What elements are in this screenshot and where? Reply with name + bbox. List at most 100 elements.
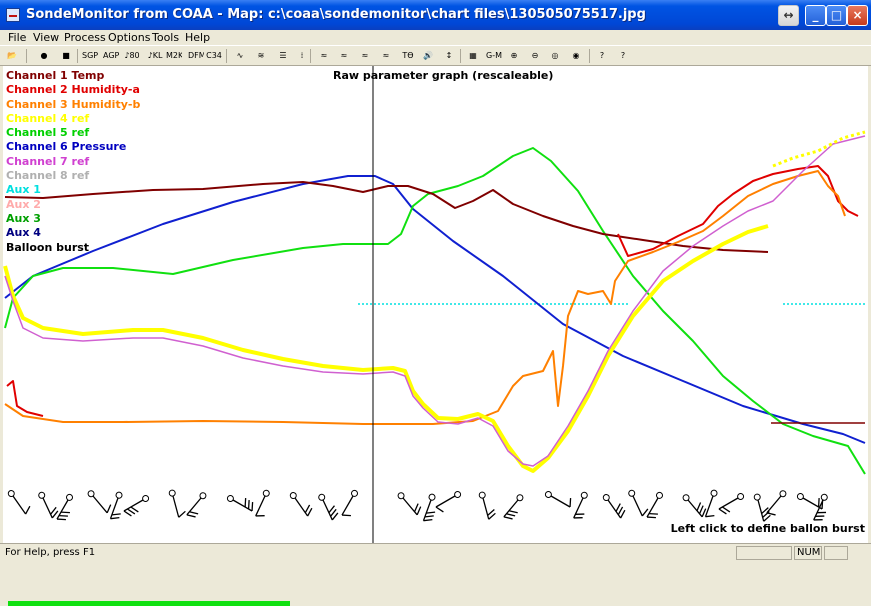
minimize-button[interactable]: _ (805, 5, 826, 26)
zoom-in-icon[interactable]: ⊕ (506, 48, 522, 64)
note-80-icon[interactable]: ♪80 (124, 48, 140, 64)
wind-barb (682, 494, 707, 518)
sgp-icon[interactable]: SGP (82, 48, 98, 64)
legend-item[interactable]: Aux 3 (6, 212, 140, 226)
status-num: NUM (794, 546, 822, 560)
wave-icon[interactable]: ∿ (232, 48, 248, 64)
menu-file[interactable]: File (8, 30, 26, 45)
stop-icon[interactable]: ■ (58, 48, 74, 64)
legend-item[interactable]: Aux 2 (6, 198, 140, 212)
graph-4-icon[interactable]: ≈ (378, 48, 394, 64)
window-title: SondeMonitor from COAA - Map: c:\coaa\so… (26, 7, 646, 22)
compass-icon[interactable]: ◉ (568, 48, 584, 64)
legend-item[interactable]: Balloon burst (6, 241, 140, 255)
context-help-icon[interactable]: ? (615, 48, 631, 64)
humidity-a-trace (6, 380, 44, 417)
ch4-trace (772, 130, 866, 168)
maximize-button[interactable]: □ (826, 5, 847, 26)
title-bar[interactable]: SondeMonitor from COAA - Map: c:\coaa\so… (0, 0, 871, 30)
menu-view[interactable]: View (33, 30, 59, 45)
wind-barb (56, 493, 73, 521)
c34-icon[interactable]: C34 (206, 48, 222, 64)
menu-bar: File View Process Options Tools Help (0, 30, 871, 45)
graph-1-icon[interactable]: ≈ (316, 48, 332, 64)
graph-2-icon[interactable]: ≈ (336, 48, 352, 64)
wind-barb (478, 491, 496, 520)
legend-item[interactable]: Channel 4 ref (6, 112, 140, 126)
status-bar: For Help, press F1 NUM (0, 543, 871, 563)
channel-legend: Channel 1 Temp Channel 2 Humidity-a Channe… (6, 69, 140, 255)
bars-icon[interactable]: ⁞ (294, 48, 310, 64)
wind-barb (87, 490, 112, 514)
graph-title: Raw parameter graph (rescaleable) (333, 69, 554, 82)
menu-help[interactable]: Help (185, 30, 210, 45)
wind-barb (503, 494, 524, 520)
status-pane-3 (824, 546, 848, 560)
wind-barb (7, 490, 31, 515)
wind-barb (544, 491, 572, 508)
burst-hint: Left click to define ballon burst (670, 522, 865, 535)
dfm-icon[interactable]: DFM (188, 48, 204, 64)
wind-barb (38, 491, 59, 519)
graph-area[interactable]: Raw parameter graph (rescaleable) Channe… (3, 66, 868, 606)
app-icon[interactable] (6, 8, 20, 22)
wind-barb (168, 489, 186, 518)
legend-item[interactable]: Aux 4 (6, 226, 140, 240)
legend-item[interactable]: Aux 1 (6, 183, 140, 197)
toolbar-separator (310, 49, 311, 63)
toolbar-separator (589, 49, 590, 63)
legend-item[interactable]: Channel 6 Pressure (6, 140, 140, 154)
wind-barb (602, 494, 626, 519)
legend-item[interactable]: Channel 8 ref (6, 169, 140, 183)
wind-barb (704, 489, 718, 518)
lines-icon[interactable]: ☰ (275, 48, 291, 64)
toolbar-separator (226, 49, 227, 63)
wind-barb (435, 491, 462, 513)
wind-barb (646, 491, 663, 519)
wind-barb (289, 492, 313, 517)
wind-barb (318, 493, 339, 521)
toolbar-separator (77, 49, 78, 63)
status-text: For Help, press F1 (5, 547, 96, 558)
wind-barb (226, 495, 254, 512)
wind-barb (341, 489, 358, 517)
kl-icon[interactable]: ♪KL (147, 48, 163, 64)
wind-barb (397, 492, 422, 516)
menu-options[interactable]: Options (108, 30, 150, 45)
wind-barb (123, 495, 150, 517)
speaker-icon[interactable]: 🔊 (420, 48, 436, 64)
progress-bar (8, 601, 290, 606)
legend-item[interactable]: Channel 1 Temp (6, 69, 140, 83)
map-icon[interactable]: ▦ (465, 48, 481, 64)
ch4-trace (3, 224, 769, 473)
gps-icon[interactable]: G-M (486, 48, 502, 64)
legend-item[interactable]: Channel 7 ref (6, 155, 140, 169)
agp-icon[interactable]: AGP (103, 48, 119, 64)
m2-k2-icon[interactable]: M2K2 (166, 48, 182, 64)
start-icon[interactable]: ● (36, 48, 52, 64)
zoom-out-icon[interactable]: ⊖ (527, 48, 543, 64)
wind-barb (796, 493, 824, 510)
legend-item[interactable]: Channel 5 ref (6, 126, 140, 140)
target-icon[interactable]: ◎ (547, 48, 563, 64)
close-button[interactable]: × (847, 5, 868, 26)
legend-item[interactable]: Channel 2 Humidity-a (6, 83, 140, 97)
toolbar-separator (460, 49, 461, 63)
updown-icon[interactable]: ↕ (441, 48, 457, 64)
wind-barb (186, 492, 207, 518)
wind-barb (718, 493, 745, 515)
graph-3-icon[interactable]: ≈ (357, 48, 373, 64)
wind-barb (628, 489, 649, 517)
resize-button[interactable]: ↔ (778, 5, 799, 26)
wind-barb (753, 493, 771, 522)
help-icon[interactable]: ? (594, 48, 610, 64)
legend-item[interactable]: Channel 3 Humidity-b (6, 98, 140, 112)
wind-barb (766, 490, 787, 516)
toolbar-separator (26, 49, 27, 63)
temp-dew-icon[interactable]: Tϴ (400, 48, 416, 64)
open-icon[interactable]: 📂 (4, 48, 20, 64)
wind-barb (255, 489, 270, 517)
double-wave-icon[interactable]: ≋ (253, 48, 269, 64)
menu-tools[interactable]: Tools (152, 30, 179, 45)
menu-process[interactable]: Process (64, 30, 106, 45)
